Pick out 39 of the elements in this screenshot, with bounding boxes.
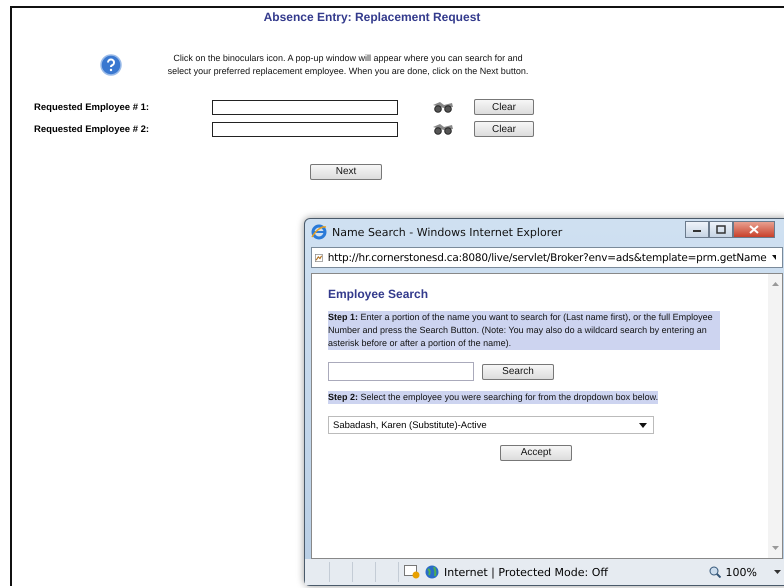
- address-bar[interactable]: http://hr.cornerstonesd.ca:8080/live/servlet/Broker?env=ads&template=prm.getName: [311, 247, 783, 268]
- warning-icon: [404, 565, 420, 579]
- search-button[interactable]: Search: [482, 364, 554, 380]
- close-icon: [749, 224, 759, 234]
- field-label: Requested Employee # 2:: [34, 124, 150, 134]
- field-label: Requested Employee # 1:: [34, 102, 150, 112]
- zoom-level[interactable]: 100%: [726, 566, 757, 578]
- next-button[interactable]: Next: [310, 164, 382, 180]
- status-text: Internet | Protected Mode: Off: [444, 566, 608, 578]
- step-text: Step 1: Enter a portion of the name you want to search for (Last name first), or the full Employee Number and press the Search Button. (Note: You may also do a wildcard search by entering an asterisk before or after a portion of the name).: [328, 311, 720, 350]
- section-heading: Employee Search: [328, 287, 430, 301]
- scrollbar[interactable]: [768, 274, 782, 558]
- browser-icon: [311, 224, 327, 240]
- url-text: http://hr.cornerstonesd.ca:8080/live/servlet/Broker?env=ads&template=prm.getName: [328, 252, 767, 264]
- window-title: Name Search - Windows Internet Explorer: [332, 226, 562, 238]
- page-title: Absence Entry: Replacement Request: [262, 10, 482, 24]
- binoculars-icon[interactable]: [432, 123, 454, 135]
- step-text: Step 2: Select the employee you were searching for from the dropdown box below.: [328, 391, 658, 404]
- employee-dropdown[interactable]: Sabadash, Karen (Substitute)-Active: [328, 416, 654, 434]
- zoom-icon: [708, 566, 721, 578]
- search-field[interactable]: [328, 362, 474, 381]
- instruction-text: Click on the binoculars icon. A pop-up window will appear where you can search for and select your preferred replacement employee. When you are done, click on the Next button.: [166, 52, 530, 77]
- globe-icon: [425, 565, 439, 579]
- clear-button[interactable]: Clear: [474, 99, 534, 115]
- scroll-up-icon[interactable]: [772, 282, 778, 286]
- maximize-icon: [716, 224, 726, 234]
- input-field[interactable]: [212, 100, 398, 114]
- help-icon: [100, 54, 122, 76]
- dropdown-arrow-icon[interactable]: [774, 570, 781, 574]
- close-button[interactable]: [733, 220, 775, 238]
- accept-button[interactable]: Accept: [500, 444, 572, 460]
- clear-button[interactable]: Clear: [474, 121, 534, 137]
- maximize-button[interactable]: [709, 220, 733, 238]
- dropdown-arrow-icon[interactable]: [639, 422, 647, 428]
- minimize-button[interactable]: [685, 220, 709, 238]
- input-field[interactable]: [212, 122, 398, 136]
- dropdown-arrow-icon[interactable]: [772, 255, 776, 260]
- scroll-down-icon[interactable]: [772, 546, 778, 550]
- binoculars-icon[interactable]: [432, 101, 454, 113]
